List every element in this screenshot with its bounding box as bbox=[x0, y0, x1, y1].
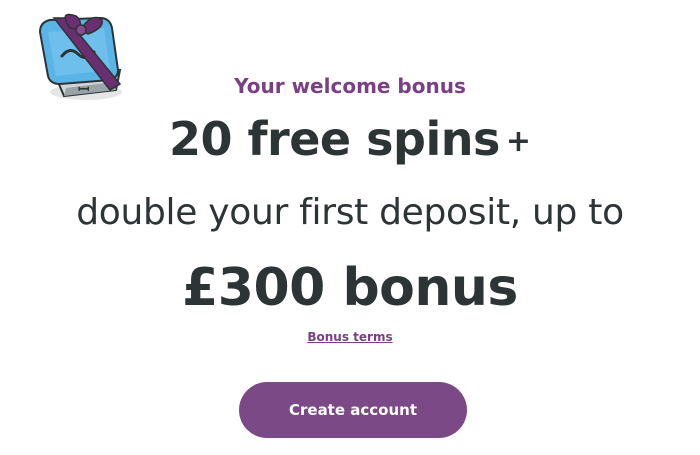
headline-free-spins: 20 free spins + bbox=[0, 112, 700, 166]
headline-bonus-amount: £300 bonus bbox=[182, 258, 518, 318]
free-spins-text: 20 free spins bbox=[169, 112, 500, 166]
headline-deposit: double your first deposit, up to bbox=[76, 192, 624, 233]
create-account-button[interactable]: Create account bbox=[239, 382, 467, 438]
bonus-terms-link[interactable]: Bonus terms bbox=[307, 330, 392, 344]
welcome-bonus-label: Your welcome bonus bbox=[234, 74, 466, 98]
plus-sign: + bbox=[505, 124, 531, 159]
bonus-terms-container: Bonus terms bbox=[0, 330, 700, 344]
